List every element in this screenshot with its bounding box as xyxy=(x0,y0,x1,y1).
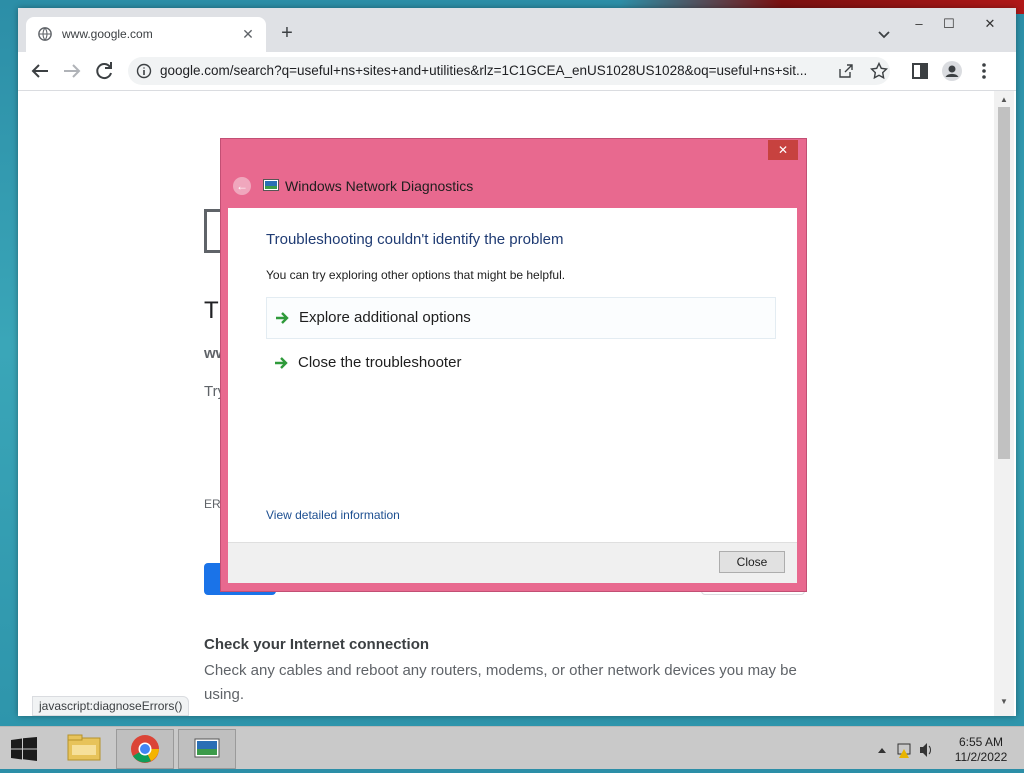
scroll-thumb[interactable] xyxy=(998,107,1010,459)
system-tray-icons[interactable] xyxy=(876,741,936,759)
globe-icon xyxy=(38,27,52,41)
dialog-body: Troubleshooting couldn't identify the pr… xyxy=(228,208,797,542)
network-diagnostics-dialog: ✕ ← Windows Network Diagnostics Troubles… xyxy=(220,138,807,592)
page-scrollbar[interactable]: ▲ ▼ xyxy=(994,91,1014,716)
option-label: Explore additional options xyxy=(299,309,471,326)
close-button[interactable]: Close xyxy=(719,551,785,573)
network-diagnostics-icon xyxy=(263,179,279,191)
view-details-link[interactable]: View detailed information xyxy=(266,508,400,522)
clock-date: 11/2/2022 xyxy=(954,750,1008,764)
share-icon[interactable] xyxy=(838,63,854,79)
browser-toolbar: google.com/search?q=useful+ns+sites+and+… xyxy=(18,52,1016,91)
windows-start-icon[interactable] xyxy=(10,737,38,761)
back-arrow-icon[interactable] xyxy=(28,59,52,83)
scroll-down-arrow-icon[interactable]: ▼ xyxy=(1000,697,1008,706)
dialog-close-icon[interactable]: ✕ xyxy=(768,140,798,160)
dialog-footer: Close xyxy=(228,542,797,583)
tab-google[interactable]: www.google.com ✕ xyxy=(26,17,266,52)
taskbar: 6:55 AM 11/2/2022 xyxy=(0,726,1024,769)
green-arrow-icon xyxy=(276,312,289,324)
dialog-title: Windows Network Diagnostics xyxy=(285,178,474,194)
file-explorer-taskbar-item[interactable] xyxy=(56,729,112,767)
folder-icon xyxy=(67,734,101,761)
check-connection-title: Check your Internet connection xyxy=(204,636,430,653)
star-icon[interactable] xyxy=(870,62,888,80)
minimize-button[interactable]: – xyxy=(904,12,934,36)
side-panel-icon[interactable] xyxy=(908,59,932,83)
option-label: Close the troubleshooter xyxy=(298,354,462,371)
profile-avatar-icon[interactable] xyxy=(940,59,964,83)
more-menu-icon[interactable] xyxy=(972,59,996,83)
info-icon[interactable] xyxy=(136,63,152,79)
taskbar-clock[interactable]: 6:55 AM 11/2/2022 xyxy=(948,735,1014,765)
status-bar-url: javascript:diagnoseErrors() xyxy=(32,696,190,716)
clock-time: 6:55 AM xyxy=(958,735,1004,749)
reload-icon[interactable] xyxy=(92,59,116,83)
new-tab-button[interactable]: + xyxy=(276,22,298,44)
chevron-down-icon[interactable] xyxy=(876,26,892,42)
url-text[interactable]: google.com/search?q=useful+ns+sites+and+… xyxy=(160,63,830,78)
dialog-heading: Troubleshooting couldn't identify the pr… xyxy=(266,231,564,248)
scroll-up-arrow-icon[interactable]: ▲ xyxy=(1000,95,1008,104)
window-close-button[interactable]: ✕ xyxy=(970,12,1010,36)
green-arrow-icon xyxy=(275,357,288,369)
back-arrow-icon[interactable]: ← xyxy=(233,177,251,195)
chrome-icon xyxy=(131,735,159,763)
forward-arrow-icon[interactable] xyxy=(60,59,84,83)
tab-strip: www.google.com ✕ + – ☐ ✕ xyxy=(18,8,1016,52)
chrome-taskbar-item[interactable] xyxy=(116,729,174,769)
close-troubleshooter-link[interactable]: Close the troubleshooter xyxy=(266,343,774,383)
network-diagnostics-taskbar-item[interactable] xyxy=(178,729,236,769)
maximize-button[interactable]: ☐ xyxy=(934,12,964,36)
tab-close-icon[interactable]: ✕ xyxy=(238,24,258,44)
explore-options-link[interactable]: Explore additional options xyxy=(266,297,776,339)
address-bar[interactable]: google.com/search?q=useful+ns+sites+and+… xyxy=(128,57,890,85)
tab-title: www.google.com xyxy=(62,27,153,41)
dialog-subtitle: You can try exploring other options that… xyxy=(266,268,566,282)
check-connection-body: Check any cables and reboot any routers,… xyxy=(204,662,797,703)
network-diagnostics-icon xyxy=(194,738,220,758)
